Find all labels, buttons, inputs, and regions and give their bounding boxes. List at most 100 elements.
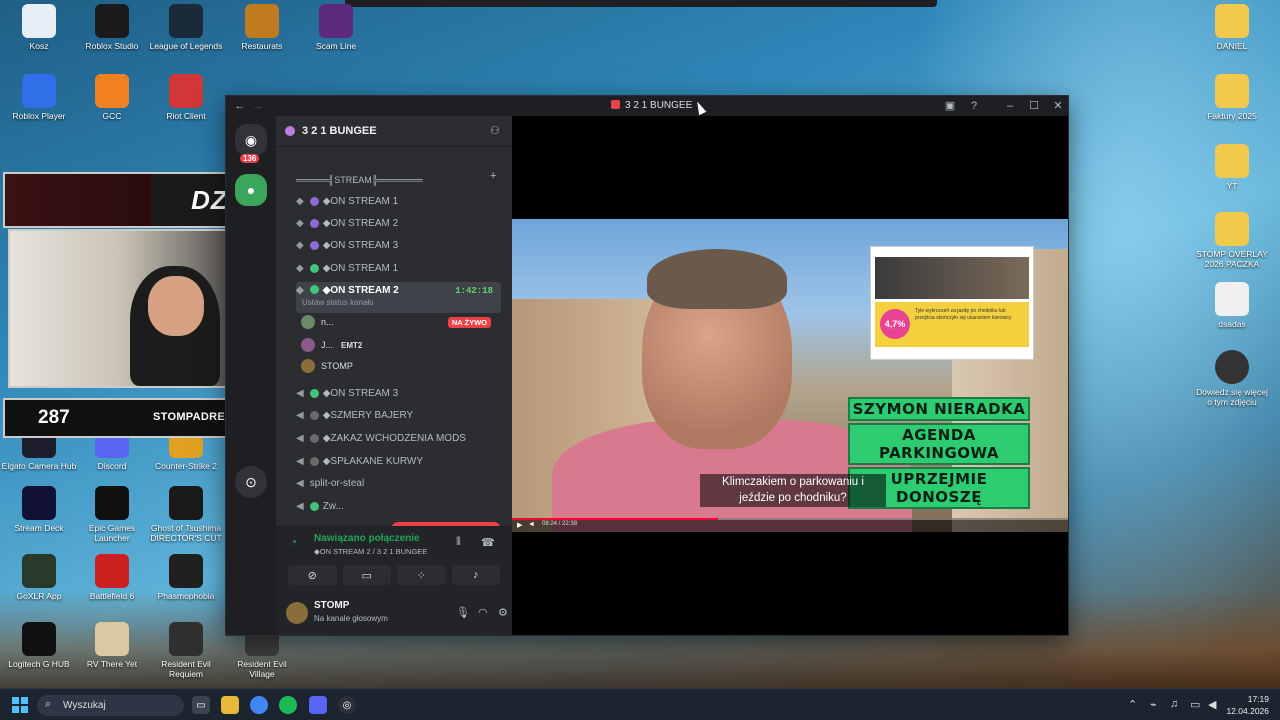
voice-channel[interactable]: ◀ ◆SPŁAKANE KURWY [296, 452, 501, 470]
voice-member[interactable]: n... NA ŻYWO [301, 313, 501, 331]
player-controls[interactable]: ▶ ◄ 08:24 / 22:38 [512, 518, 1068, 532]
forward-arrow-icon[interactable]: → [250, 98, 266, 114]
camera-off-button[interactable]: ⊘ [288, 565, 337, 585]
maximize-icon[interactable]: ☐ [1026, 98, 1042, 114]
info-camera-icon [1215, 350, 1249, 384]
desktop-icon[interactable]: Logitech G HUB [1, 622, 77, 670]
desktop-icon[interactable]: Stream Deck [1, 486, 77, 534]
article-inset: 4,7% Tyle wykroczeń za jazdę po chodniku… [870, 246, 1034, 360]
desktop-icon[interactable]: League of Legends [148, 4, 224, 52]
desktop-icon[interactable]: Epic Games Launcher [74, 486, 150, 544]
settings-gear-icon[interactable]: ⚙ [498, 606, 508, 619]
voice-channel[interactable]: ◆ ◆ON STREAM 1 [296, 192, 501, 210]
screen-share-button[interactable]: ▭ [342, 565, 391, 585]
user-status: Na kanale głosowym [314, 614, 388, 623]
desktop-icon-label: Phasmophobia [157, 591, 215, 601]
desktop-icon[interactable]: YT [1194, 144, 1270, 192]
desktop-icon[interactable]: Battlefield 6 [74, 554, 150, 602]
task-view-icon[interactable]: ▭ [192, 696, 210, 714]
clock-time: 17:19 [1247, 694, 1269, 704]
desktop-icon[interactable]: Faktury 2025 [1194, 74, 1270, 122]
voice-status[interactable]: Nawiązano połączenie [314, 533, 420, 544]
speaker-tray-icon[interactable]: ◀ [1208, 698, 1216, 711]
desktop-icon[interactable]: STOMP OVERLAY 2026 PACZKA [1194, 212, 1270, 270]
channel-gem-icon [309, 456, 319, 466]
desktop-icon[interactable]: Restaurats [224, 4, 300, 52]
desktop-icon[interactable]: Scam Line [298, 4, 374, 52]
desktop-icon[interactable]: Resident Evil Requiem [148, 622, 224, 680]
inbox-icon[interactable]: ▣ [942, 98, 958, 114]
desktop-icon[interactable]: Phasmophobia [148, 554, 224, 602]
channel-active[interactable]: ◆ ◆ON STREAM 2 1:42:18 Ustaw status kana… [296, 282, 501, 313]
live-badge: NA ŻYWO [447, 317, 491, 328]
desktop-icon[interactable]: Roblox Player [1, 74, 77, 122]
microphone-icon[interactable]: 🎙 [456, 606, 470, 619]
voice-channel[interactable]: ◀ ◆ON STREAM 3 [296, 384, 501, 402]
voice-channel[interactable]: ◆ ◆ON STREAM 1 [296, 259, 501, 277]
discord-taskbar-icon[interactable] [309, 696, 327, 714]
obs-icon[interactable]: ◎ [338, 696, 356, 714]
desktop-icon[interactable]: GoXLR App [1, 554, 77, 602]
desktop-icon[interactable]: Riot Client [148, 74, 224, 122]
taskbar-clock[interactable]: 17:19 12.04.2026 [1225, 694, 1269, 718]
streamer-face [148, 276, 204, 336]
title-bar[interactable]: ← → 3 2 1 BUNGEE ▣ ? – ☐ ✕ [226, 96, 1068, 116]
voice-channel[interactable]: ◆ ◆ON STREAM 3 [296, 236, 501, 254]
mic-tray-icon[interactable]: ♫ [1170, 698, 1178, 710]
voice-channel[interactable]: ◀ Zw... [296, 497, 501, 515]
volume-icon[interactable]: ◄ [528, 521, 535, 528]
desktop-icon[interactable]: RV There Yet [74, 622, 150, 670]
disconnect-icon[interactable]: ☎ [481, 536, 495, 549]
folder-icon [1215, 4, 1249, 38]
channel-name: ◆ZAKAZ WCHODZENIA MODS [322, 432, 466, 444]
desktop-icon[interactable]: dsadas [1194, 282, 1270, 330]
inset-photo [875, 257, 1029, 299]
channel-status-input[interactable]: Ustaw status kanału [302, 298, 374, 307]
discover-icon[interactable]: ⊙ [235, 466, 267, 498]
start-button[interactable] [12, 697, 29, 714]
server-icon[interactable]: ● [235, 174, 267, 206]
network-icon[interactable]: ⌁ [1150, 698, 1157, 711]
voice-channel[interactable]: ◆ ◆ON STREAM 2 [296, 214, 501, 232]
file-explorer-icon[interactable] [221, 696, 239, 714]
server-header[interactable]: 3 2 1 BUNGEE ⚇ [276, 116, 512, 147]
add-member-icon[interactable]: ⚇ [490, 124, 500, 137]
desktop-icon[interactable]: Kosz [1, 4, 77, 52]
soundboard-button[interactable]: ♪ [451, 565, 500, 585]
desktop-icon[interactable]: DANIEL [1194, 4, 1270, 52]
re-requiem-icon [169, 622, 203, 656]
voice-channel[interactable]: ◀ ◆SZMERY BAJERY [296, 406, 501, 424]
desktop-icon[interactable]: Roblox Studio [74, 4, 150, 52]
chrome-icon[interactable] [250, 696, 268, 714]
discord-home-icon[interactable]: ◉ [235, 124, 267, 156]
activities-button[interactable]: ⁘ [397, 565, 446, 585]
noise-suppression-icon[interactable]: ⦀ [456, 536, 461, 549]
minimize-icon[interactable]: – [1002, 98, 1018, 114]
desktop-icon[interactable]: GCC [74, 74, 150, 122]
headphones-icon[interactable]: ◠ [478, 606, 488, 619]
voice-channel[interactable]: ◀ split-or-steal [296, 474, 501, 492]
desktop-icon[interactable]: Dowiedz się więcej o tym zdjęciu [1194, 350, 1270, 408]
tray-chevron-icon[interactable]: ⌃ [1128, 698, 1137, 711]
desktop-icon[interactable]: Ghost of Tsushima DIRECTOR'S CUT [148, 486, 224, 544]
display-icon[interactable]: ▭ [1190, 698, 1200, 711]
video-player[interactable]: 4,7% Tyle wykroczeń za jazdę po chodniku… [512, 219, 1068, 532]
voice-channel[interactable]: ◀ ◆ZAKAZ WCHODZENIA MODS [296, 429, 501, 447]
avatar[interactable] [286, 602, 308, 624]
progress-track[interactable] [512, 518, 1068, 520]
window-title: 3 2 1 BUNGEE [611, 100, 692, 111]
folder-icon [1215, 212, 1249, 246]
voice-member[interactable]: J... EMT2 [301, 336, 501, 354]
category-stream[interactable]: ═════╣STREAM╠═══════ [296, 171, 501, 189]
user-name[interactable]: STOMP [314, 600, 349, 611]
play-icon[interactable]: ▶ [517, 521, 522, 529]
phasmo-icon [169, 554, 203, 588]
close-icon[interactable]: ✕ [1050, 98, 1066, 114]
spotify-icon[interactable] [279, 696, 297, 714]
help-icon[interactable]: ? [966, 98, 982, 114]
voice-member[interactable]: STOMP [301, 357, 501, 375]
folder-icon [1215, 144, 1249, 178]
add-channel-icon[interactable]: + [490, 170, 496, 182]
back-arrow-icon[interactable]: ← [232, 98, 248, 114]
taskbar-search[interactable]: ⌕ Wyszukaj [37, 695, 184, 716]
